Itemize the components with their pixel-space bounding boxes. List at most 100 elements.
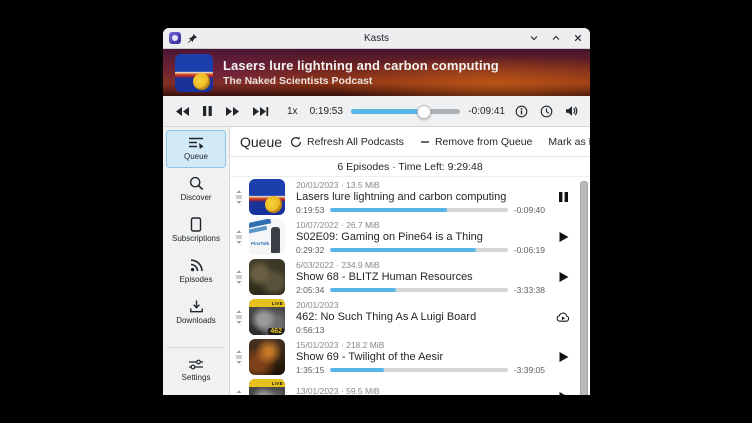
episode-info-icon[interactable]: [513, 103, 530, 120]
minimize-button[interactable]: [528, 32, 540, 44]
episode-artwork: [249, 259, 285, 295]
episode-play-button[interactable]: [550, 264, 576, 290]
sidebar-item-episodes[interactable]: Episodes: [166, 252, 226, 291]
episode-row[interactable]: 20/01/2023 · 13.5 MiB Lasers lure lightn…: [230, 177, 580, 217]
drag-handle-icon[interactable]: [234, 270, 244, 284]
remove-from-queue-button[interactable]: Remove from Queue: [418, 133, 534, 151]
settings-sliders-icon: [188, 358, 204, 371]
cloud-play-icon: [556, 311, 570, 323]
drag-handle-icon[interactable]: [234, 190, 244, 204]
search-icon: [189, 176, 204, 191]
episode-elapsed: 1:35:15: [296, 365, 324, 375]
drag-handle-icon[interactable]: [234, 230, 244, 244]
sidebar-item-label: Downloads: [176, 316, 216, 325]
episode-stream-button[interactable]: [550, 304, 576, 330]
episode-progress-bar[interactable]: [330, 248, 507, 252]
episode-meta: 20/01/2023: [296, 300, 545, 310]
sidebar-item-label: Discover: [180, 193, 211, 202]
episode-title: Show 69 - Twilight of the Aesir: [296, 351, 545, 363]
episode-remaining: -0:09:40: [514, 205, 545, 215]
seek-forward-button[interactable]: [223, 104, 242, 119]
sidebar-divider: [167, 347, 225, 348]
refresh-label: Refresh All Podcasts: [307, 136, 404, 148]
episode-elapsed: 0:19:53: [296, 205, 324, 215]
episode-row[interactable]: PineTalk 10/07/2022 · 26.7 MiB S02E09: G…: [230, 217, 580, 257]
mark-as-played-button[interactable]: Mark as Played: [546, 133, 590, 151]
episode-progress-bar[interactable]: [330, 368, 507, 372]
pause-button[interactable]: [200, 103, 215, 119]
minus-icon: [420, 137, 430, 147]
seek-slider-handle[interactable]: [417, 105, 431, 119]
artwork-text: 462: [268, 328, 284, 335]
sidebar-item-queue[interactable]: Queue: [166, 130, 226, 168]
sidebar-item-discover[interactable]: Discover: [166, 170, 226, 209]
now-playing-title: Lasers lure lightning and carbon computi…: [223, 58, 499, 73]
episode-meta: 10/07/2022 · 26.7 MiB: [296, 220, 545, 230]
sleep-timer-icon[interactable]: [538, 103, 555, 120]
skip-next-button[interactable]: [250, 104, 271, 119]
play-icon: [558, 351, 569, 363]
episode-remaining: -3:33:38: [514, 285, 545, 295]
play-icon: [558, 391, 569, 395]
episode-artwork: LIVE: [249, 379, 285, 395]
episode-play-button[interactable]: [550, 224, 576, 250]
episode-row[interactable]: 15/01/2023 · 218.2 MiB Show 69 - Twiligh…: [230, 337, 580, 377]
sidebar-item-label: Subscriptions: [172, 234, 220, 243]
seek-backward-button[interactable]: [173, 104, 192, 119]
episode-row[interactable]: 6/03/2022 · 234.9 MiB Show 68 - BLITZ Hu…: [230, 257, 580, 297]
episode-remaining: -0:06:19: [514, 245, 545, 255]
sidebar-item-downloads[interactable]: Downloads: [166, 293, 226, 332]
episode-artwork: [249, 339, 285, 375]
bookmark-icon: [190, 217, 202, 232]
episode-row[interactable]: LIVE 13/01/2023 · 59.5 MiB 461: No Such …: [230, 377, 580, 395]
episode-duration: 0:56:13: [296, 325, 324, 335]
pin-icon[interactable]: [187, 33, 198, 44]
close-button[interactable]: [572, 32, 584, 44]
sidebar: Queue Discover Subscriptions Episodes Do…: [163, 127, 230, 395]
drag-handle-icon[interactable]: [234, 350, 244, 364]
mark-label: Mark as Played: [548, 136, 590, 148]
artwork-text: LIVE: [272, 381, 285, 386]
now-playing-header[interactable]: Lasers lure lightning and carbon computi…: [163, 49, 590, 96]
drag-handle-icon[interactable]: [234, 310, 244, 324]
episode-row[interactable]: LIVE 462 20/01/2023 462: No Such Thing A…: [230, 297, 580, 337]
episode-progress-bar[interactable]: [330, 288, 507, 292]
episode-pause-button[interactable]: [550, 184, 576, 210]
episode-progress-bar[interactable]: [330, 208, 507, 212]
drag-handle-icon[interactable]: [234, 390, 244, 395]
refresh-icon: [290, 136, 302, 148]
refresh-all-podcasts-button[interactable]: Refresh All Podcasts: [288, 133, 406, 151]
episode-elapsed: 2:05:34: [296, 285, 324, 295]
window-title: Kasts: [259, 33, 494, 44]
list-scrollbar[interactable]: [580, 181, 588, 395]
seek-slider[interactable]: [351, 104, 460, 118]
toolbar: Refresh All Podcasts Remove from Queue M…: [288, 133, 590, 151]
artwork-text: PineTalk: [251, 241, 269, 246]
remaining-time: -0:09:41: [468, 106, 505, 117]
page-title: Queue: [240, 134, 282, 150]
player-bar: 1x 0:19:53 -0:09:41: [163, 96, 590, 127]
download-icon: [189, 299, 204, 314]
sidebar-item-settings[interactable]: Settings: [166, 352, 226, 389]
episode-artwork: [249, 179, 285, 215]
maximize-button[interactable]: [550, 32, 562, 44]
episode-title: S02E09: Gaming on Pine64 is a Thing: [296, 231, 545, 243]
episode-artwork: LIVE 462: [249, 299, 285, 335]
now-playing-artwork: [175, 54, 213, 92]
queue-icon: [188, 136, 204, 150]
episode-elapsed: 0:29:32: [296, 245, 324, 255]
playback-speed[interactable]: 1x: [287, 106, 298, 117]
episode-title: 462: No Such Thing As A Luigi Board: [296, 311, 545, 323]
episode-play-button[interactable]: [550, 344, 576, 370]
sidebar-item-label: Queue: [184, 152, 208, 161]
episode-play-button[interactable]: [550, 384, 576, 395]
sidebar-item-subscriptions[interactable]: Subscriptions: [166, 211, 226, 250]
episode-title: Show 68 - BLITZ Human Resources: [296, 271, 545, 283]
episode-artwork: PineTalk: [249, 219, 285, 255]
kasts-app-icon: [169, 32, 181, 44]
volume-icon[interactable]: [563, 103, 580, 119]
episode-title: Lasers lure lightning and carbon computi…: [296, 191, 545, 203]
main-area: Queue Discover Subscriptions Episodes Do…: [163, 127, 590, 395]
sidebar-item-label: Settings: [182, 373, 211, 382]
titlebar[interactable]: Kasts: [163, 28, 590, 49]
